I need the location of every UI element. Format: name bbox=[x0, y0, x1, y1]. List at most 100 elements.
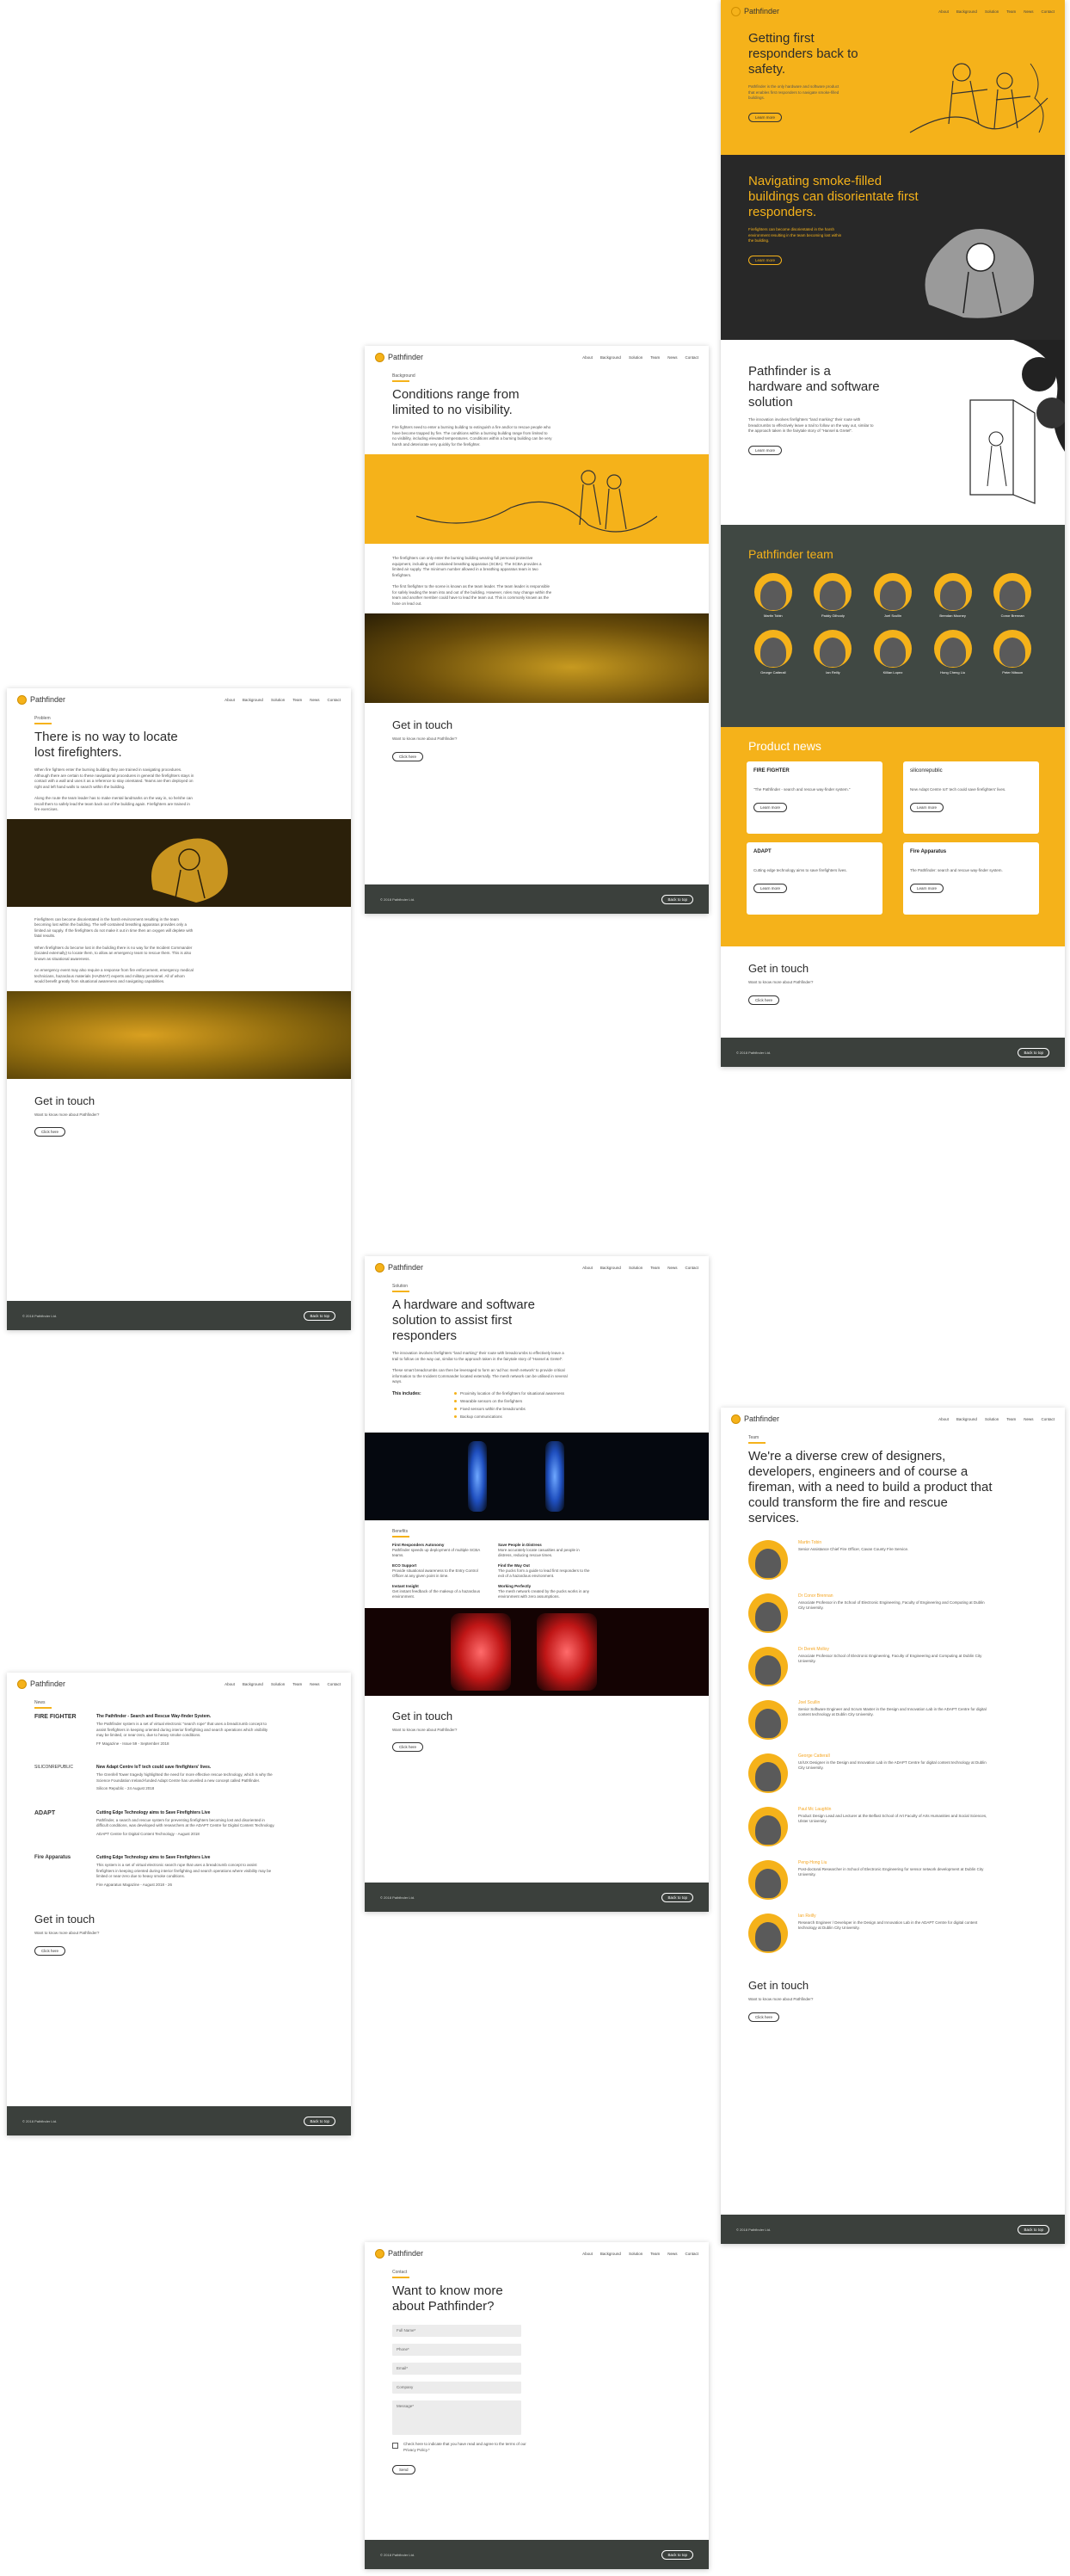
include-item: Wearable sensors on the firefighters bbox=[454, 1399, 564, 1403]
nav-solution[interactable]: Solution bbox=[985, 9, 999, 14]
back-to-top-button[interactable]: Back to top bbox=[1018, 1047, 1049, 1057]
learn-more-button[interactable]: Learn more bbox=[753, 884, 788, 893]
nav-about[interactable]: About bbox=[224, 698, 235, 702]
member-name: Peter Nilsson bbox=[1002, 670, 1024, 675]
back-to-top-button[interactable]: Back to top bbox=[1018, 2224, 1049, 2234]
nav-background[interactable]: Background bbox=[243, 698, 263, 702]
send-button[interactable]: Send bbox=[392, 2465, 415, 2474]
message-field[interactable]: Message* bbox=[392, 2400, 521, 2435]
nav-news[interactable]: News bbox=[667, 355, 677, 360]
nav-solution[interactable]: Solution bbox=[629, 355, 643, 360]
nav-team[interactable]: Team bbox=[1006, 9, 1016, 14]
team-member[interactable]: Ian Reilly bbox=[807, 630, 860, 675]
back-to-top-button[interactable]: Back to top bbox=[304, 2116, 335, 2126]
team-member[interactable]: Paddy Gilhooly bbox=[807, 573, 860, 618]
nav-contact[interactable]: Contact bbox=[685, 1266, 698, 1270]
nav-bar: Pathfinder About Background Solution Tea… bbox=[365, 2242, 709, 2265]
back-to-top-button[interactable]: Back to top bbox=[661, 894, 693, 904]
nav-team[interactable]: Team bbox=[292, 1682, 302, 1686]
nav-background[interactable]: Background bbox=[956, 9, 977, 14]
learn-more-button[interactable]: Learn more bbox=[910, 803, 944, 812]
nav-solution[interactable]: Solution bbox=[985, 1417, 999, 1421]
team-member[interactable]: Hong Cheng Liu bbox=[926, 630, 980, 675]
team-member[interactable]: Joel Scullin bbox=[866, 573, 919, 618]
nav-contact[interactable]: Contact bbox=[685, 2252, 698, 2256]
click-here-button[interactable]: Click here bbox=[748, 995, 780, 1005]
nav-news[interactable]: News bbox=[667, 2252, 677, 2256]
nav-news[interactable]: News bbox=[1024, 1417, 1033, 1421]
nav-contact[interactable]: Contact bbox=[1041, 1417, 1055, 1421]
click-here-button[interactable]: Click here bbox=[34, 1945, 66, 1956]
get-in-touch-title: Get in touch bbox=[392, 1709, 453, 1722]
hero-learn-more-button[interactable]: Learn more bbox=[748, 112, 783, 122]
avatar bbox=[748, 1914, 788, 1953]
nav-contact[interactable]: Contact bbox=[327, 1682, 341, 1686]
logo[interactable]: Pathfinder bbox=[17, 1679, 65, 1689]
nav-bar: Pathfinder About Background Solution Tea… bbox=[365, 1256, 709, 1279]
back-to-top-button[interactable]: Back to top bbox=[661, 2549, 693, 2560]
consent-checkbox[interactable] bbox=[392, 2443, 398, 2449]
click-here-button[interactable]: Click here bbox=[392, 751, 424, 761]
nav-background[interactable]: Background bbox=[956, 1417, 977, 1421]
nav-contact[interactable]: Contact bbox=[327, 698, 341, 702]
click-here-button[interactable]: Click here bbox=[392, 1742, 424, 1752]
logo[interactable]: Pathfinder bbox=[17, 694, 65, 705]
nav-about[interactable]: About bbox=[224, 1682, 235, 1686]
nav-team[interactable]: Team bbox=[650, 1266, 660, 1270]
news-text: The Grenfell Tower tragedy highlighted t… bbox=[96, 1772, 273, 1783]
news-text: The Pathfinder system is a set of virtua… bbox=[96, 1722, 268, 1737]
click-here-button[interactable]: Click here bbox=[34, 1127, 66, 1137]
smoke-learn-more-button[interactable]: Learn more bbox=[748, 255, 783, 265]
solution-learn-more-button[interactable]: Learn more bbox=[748, 445, 783, 455]
email-field[interactable]: Email* bbox=[392, 2363, 521, 2375]
team-member[interactable]: Conor Brennan bbox=[986, 573, 1039, 618]
nav-team[interactable]: Team bbox=[292, 698, 302, 702]
nav-contact[interactable]: Contact bbox=[685, 355, 698, 360]
nav-contact[interactable]: Contact bbox=[1041, 9, 1055, 14]
nav-solution[interactable]: Solution bbox=[629, 1266, 643, 1270]
logo[interactable]: Pathfinder bbox=[375, 1262, 423, 1273]
nav-background[interactable]: Background bbox=[243, 1682, 263, 1686]
team-member[interactable]: Brendan Mooney bbox=[926, 573, 980, 618]
team-member[interactable]: Martin Tobin bbox=[747, 573, 800, 618]
nav-solution[interactable]: Solution bbox=[271, 698, 285, 702]
nav-team[interactable]: Team bbox=[1006, 1417, 1016, 1421]
nav-background[interactable]: Background bbox=[600, 1266, 621, 1270]
news-item[interactable]: FIRE FIGHTER The Pathfinder - Search and … bbox=[34, 1714, 275, 1753]
nav-solution[interactable]: Solution bbox=[629, 2252, 643, 2256]
news-item[interactable]: ADAPT Cutting Edge Technology aims to Sav… bbox=[34, 1810, 275, 1844]
news-item[interactable]: Fire Apparatus Cutting Edge Technology ai… bbox=[34, 1855, 275, 1894]
logo[interactable]: Pathfinder bbox=[375, 2248, 423, 2259]
phone-field[interactable]: Phone* bbox=[392, 2344, 521, 2356]
team-member[interactable]: Killian Lopez bbox=[866, 630, 919, 675]
team-member[interactable]: George Catterall bbox=[747, 630, 800, 675]
logo[interactable]: Pathfinder bbox=[731, 1414, 779, 1424]
team-member[interactable]: Peter Nilsson bbox=[986, 630, 1039, 675]
logo[interactable]: Pathfinder bbox=[375, 352, 423, 362]
nav-background[interactable]: Background bbox=[600, 2252, 621, 2256]
nav-about[interactable]: About bbox=[582, 1266, 593, 1270]
nav-about[interactable]: About bbox=[582, 355, 593, 360]
nav-news[interactable]: News bbox=[310, 1682, 319, 1686]
back-to-top-button[interactable]: Back to top bbox=[304, 1310, 335, 1321]
learn-more-button[interactable]: Learn more bbox=[753, 803, 788, 812]
nav-about[interactable]: About bbox=[938, 1417, 949, 1421]
news-item[interactable]: SILICONREPUBLIC New Adapt Centre IoT tech… bbox=[34, 1765, 275, 1798]
nav-news[interactable]: News bbox=[1024, 9, 1033, 14]
full-name-field[interactable]: Full Name* bbox=[392, 2325, 521, 2337]
logo[interactable]: Pathfinder bbox=[731, 6, 779, 16]
click-here-button[interactable]: Click here bbox=[748, 2012, 780, 2022]
eyebrow: Contact bbox=[392, 2270, 408, 2275]
nav-solution[interactable]: Solution bbox=[271, 1682, 285, 1686]
learn-more-button[interactable]: Learn more bbox=[910, 884, 944, 893]
company-field[interactable]: Company bbox=[392, 2382, 521, 2394]
nav-news[interactable]: News bbox=[310, 698, 319, 702]
nav-background[interactable]: Background bbox=[600, 355, 621, 360]
nav-news[interactable]: News bbox=[667, 1266, 677, 1270]
nav-team[interactable]: Team bbox=[650, 355, 660, 360]
nav-team[interactable]: Team bbox=[650, 2252, 660, 2256]
nav-about[interactable]: About bbox=[938, 9, 949, 14]
back-to-top-button[interactable]: Back to top bbox=[661, 1892, 693, 1902]
include-text: Wearable sensors on the firefighters bbox=[460, 1398, 523, 1403]
nav-about[interactable]: About bbox=[582, 2252, 593, 2256]
